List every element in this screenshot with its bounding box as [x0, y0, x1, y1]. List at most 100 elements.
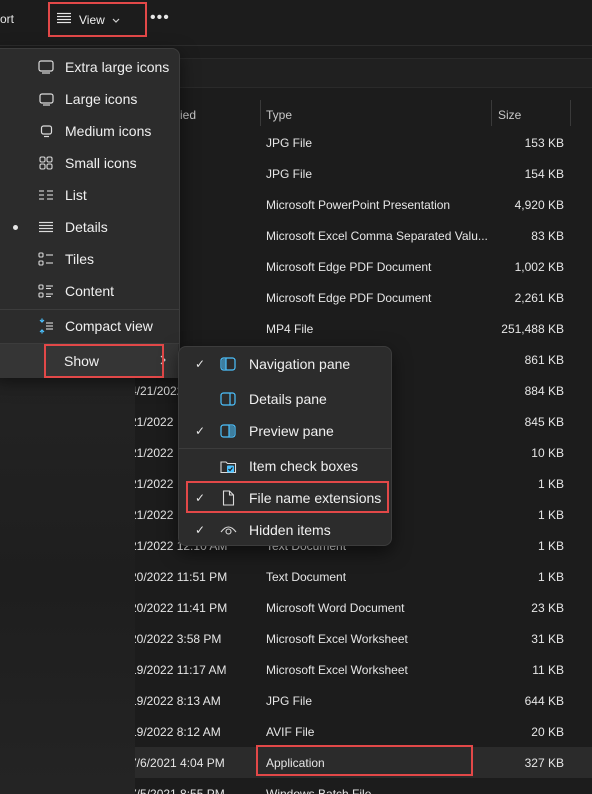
column-divider[interactable]: [570, 100, 571, 126]
menu-item-list[interactable]: List: [0, 180, 179, 210]
cell-size: 861 KB: [524, 353, 564, 367]
chevron-right-icon: [160, 354, 166, 368]
cell-size: 11 KB: [532, 663, 564, 677]
cell-type: Microsoft Edge PDF Document: [266, 260, 432, 274]
checkmark-icon: ✓: [195, 357, 206, 371]
more-options-button[interactable]: •••: [150, 9, 170, 27]
cell-size: 884 KB: [524, 384, 564, 398]
cell-date-modified: 21/2022: [130, 446, 174, 460]
cell-date-modified: 19/2022 8:13 AM: [130, 694, 221, 708]
compact-view-icon: [37, 317, 55, 335]
cell-date-modified: 20/2022 11:41 PM: [130, 601, 228, 615]
cell-size: 4,920 KB: [514, 198, 564, 212]
details-icon: [37, 218, 55, 236]
menu-item-compact-view[interactable]: Compact view: [0, 311, 179, 341]
cell-date-modified: 19/2022 11:17 AM: [130, 663, 227, 677]
chevron-down-icon: [112, 13, 120, 27]
cell-date-modified: 7/5/2021 8:55 PM: [130, 787, 225, 794]
cell-size: 1 KB: [537, 570, 564, 584]
menu-item-navigation-pane[interactable]: ✓ Navigation pane: [179, 349, 391, 379]
view-lines-icon: [56, 12, 72, 27]
cell-type: Microsoft Excel Worksheet: [266, 663, 408, 677]
monitor-large-icon: [37, 58, 55, 76]
column-type[interactable]: Type: [266, 108, 292, 122]
navigation-pane-icon: [219, 355, 237, 373]
menu-separator: [0, 309, 179, 310]
menu-item-extra-large-icons[interactable]: Extra large icons: [0, 52, 179, 82]
checkmark-icon: ✓: [195, 523, 206, 537]
cell-size: 251,488 KB: [501, 322, 564, 336]
cell-date-modified: 21/2022: [130, 477, 174, 491]
cell-date-modified: 21/2022: [130, 508, 174, 522]
cell-size: 1 KB: [537, 539, 564, 553]
selected-dot-icon: [13, 224, 18, 230]
list-icon: [37, 186, 55, 204]
content-icon: [37, 282, 55, 300]
cell-date-modified: 19/2022 8:12 AM: [130, 725, 221, 739]
cell-size: 1,002 KB: [514, 260, 564, 274]
cell-size: 20 KB: [531, 725, 564, 739]
small-icons-grid-icon: [37, 154, 55, 172]
cell-type: Microsoft Excel Worksheet: [266, 632, 408, 646]
view-menu: Extra large icons Large icons Medium ico…: [0, 48, 180, 376]
details-pane-icon: [219, 390, 237, 408]
menu-item-large-icons[interactable]: Large icons: [0, 84, 179, 114]
address-bar[interactable]: [170, 58, 592, 88]
cell-size: 31 KB: [531, 632, 564, 646]
monitor-icon: [37, 90, 55, 108]
cell-size: 1 KB: [537, 508, 564, 522]
cell-type: Application: [266, 756, 325, 770]
cell-type: Microsoft Edge PDF Document: [266, 291, 432, 305]
sort-button[interactable]: ort: [0, 12, 14, 26]
cell-type: JPG File: [266, 136, 313, 150]
cell-size: 1 KB: [537, 477, 564, 491]
menu-item-small-icons[interactable]: Small icons: [0, 148, 179, 178]
menu-item-details[interactable]: Details: [0, 212, 179, 242]
cell-size: 845 KB: [524, 415, 564, 429]
column-divider[interactable]: [260, 100, 261, 126]
cell-type: JPG File: [266, 694, 313, 708]
show-submenu: ✓ Navigation pane Details pane ✓ Preview…: [178, 346, 392, 546]
column-date-modified[interactable]: ied: [180, 108, 196, 122]
blurred-region: [0, 372, 135, 794]
view-button[interactable]: View: [48, 2, 147, 37]
tiles-icon: [37, 250, 55, 268]
cell-date-modified: 4/21/2022: [130, 384, 184, 398]
cell-type: Microsoft Word Document: [266, 601, 405, 615]
preview-pane-icon: [219, 422, 237, 440]
menu-item-preview-pane[interactable]: ✓ Preview pane: [179, 416, 391, 446]
cell-date-modified: 20/2022 3:58 PM: [130, 632, 222, 646]
menu-item-content[interactable]: Content: [0, 276, 179, 306]
column-size[interactable]: Size: [498, 108, 521, 122]
file-icon: [219, 489, 237, 507]
cell-size: 2,261 KB: [514, 291, 564, 305]
cell-type: Text Document: [266, 570, 347, 584]
cell-size: 327 KB: [524, 756, 564, 770]
menu-item-item-check-boxes[interactable]: Item check boxes: [179, 451, 391, 481]
cell-date-modified: 20/2022 11:51 PM: [130, 570, 228, 584]
cell-size: 10 KB: [531, 446, 564, 460]
cell-type: Windows Batch File: [266, 787, 372, 794]
cell-type: AVIF File: [266, 725, 315, 739]
cell-date-modified: 7/6/2021 4:04 PM: [130, 756, 225, 770]
eye-icon: [219, 521, 237, 539]
menu-item-file-name-extensions[interactable]: ✓ File name extensions: [179, 483, 391, 513]
column-divider[interactable]: [491, 100, 492, 126]
cell-type: JPG File: [266, 167, 313, 181]
menu-item-show[interactable]: Show: [0, 346, 180, 376]
cell-type: Microsoft PowerPoint Presentation: [266, 198, 451, 212]
monitor-small-icon: [37, 122, 55, 140]
cell-size: 644 KB: [524, 694, 564, 708]
menu-item-medium-icons[interactable]: Medium icons: [0, 116, 179, 146]
menu-item-details-pane[interactable]: Details pane: [179, 384, 391, 414]
menu-separator: [179, 448, 391, 449]
checkmark-icon: ✓: [195, 491, 206, 505]
cell-size: 154 KB: [524, 167, 564, 181]
menu-item-tiles[interactable]: Tiles: [0, 244, 179, 274]
cell-size: 83 KB: [531, 229, 564, 243]
checkmark-icon: ✓: [195, 424, 206, 438]
cell-size: 153 KB: [524, 136, 564, 150]
view-button-label: View: [79, 12, 105, 27]
command-bar: ort View •••: [0, 0, 592, 46]
menu-item-hidden-items[interactable]: ✓ Hidden items: [179, 515, 391, 545]
